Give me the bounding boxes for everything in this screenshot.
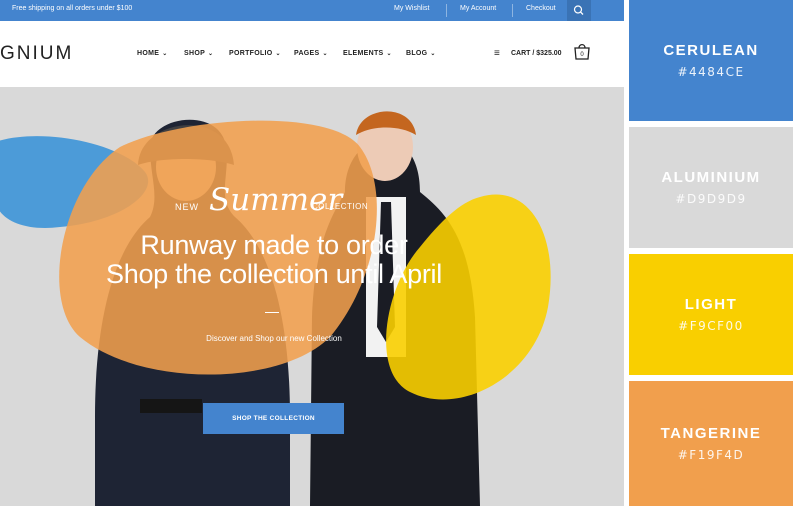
nav-item-portfolio[interactable]: PORTFOLIO ⌄ bbox=[229, 50, 281, 57]
nav-label: PAGES bbox=[294, 50, 320, 57]
nav-label: HOME bbox=[137, 50, 160, 57]
swatch-tangerine: TANGERINE #F19F4D bbox=[629, 381, 793, 506]
swatch-hex: #F9CF00 bbox=[678, 319, 744, 333]
hero-headline-line-2: Shop the collection until April bbox=[106, 259, 442, 289]
swatch-cerulean: CERULEAN #4484CE bbox=[629, 0, 793, 121]
nav-item-home[interactable]: HOME ⌄ bbox=[137, 50, 168, 57]
swatch-name: LIGHT bbox=[684, 296, 738, 313]
top-bar: Free shipping on all orders under $100 M… bbox=[0, 0, 624, 21]
cart-total[interactable]: CART / $325.00 bbox=[511, 50, 562, 57]
swatch-name: CERULEAN bbox=[663, 42, 759, 59]
chevron-down-icon: ⌄ bbox=[162, 51, 168, 57]
nav-item-shop[interactable]: SHOP ⌄ bbox=[184, 50, 213, 57]
chevron-down-icon: ⌄ bbox=[386, 51, 392, 57]
swatch-aluminium: ALUMINIUM #D9D9D9 bbox=[629, 127, 793, 248]
swatch-name: TANGERINE bbox=[660, 425, 762, 442]
nav-item-elements[interactable]: ELEMENTS ⌄ bbox=[343, 50, 392, 57]
hero-kicker-new: NEW bbox=[175, 202, 199, 212]
chevron-down-icon: ⌄ bbox=[322, 51, 328, 57]
hero-artwork bbox=[0, 111, 551, 506]
screenshot-root: Free shipping on all orders under $100 M… bbox=[0, 0, 793, 506]
site-header: GNIUM HOME ⌄ SHOP ⌄ PORTFOLIO ⌄ PAGES ⌄ ELEM… bbox=[0, 21, 624, 87]
nav-label: BLOG bbox=[406, 50, 428, 57]
nav-label: SHOP bbox=[184, 50, 206, 57]
hero-kicker-script: Summer bbox=[209, 182, 343, 218]
nav-item-pages[interactable]: PAGES ⌄ bbox=[294, 50, 328, 57]
chevron-down-icon: ⌄ bbox=[430, 51, 436, 57]
swatch-light: LIGHT #F9CF00 bbox=[629, 254, 793, 375]
hero-divider bbox=[265, 312, 279, 313]
hero-kicker-collection: COLLECTION bbox=[312, 202, 369, 211]
nav-label: PORTFOLIO bbox=[229, 50, 273, 57]
hero-headline-line-1: Runway made to order bbox=[140, 230, 408, 260]
divider bbox=[512, 4, 513, 17]
account-link[interactable]: My Account bbox=[460, 5, 496, 12]
wishlist-link[interactable]: My Wishlist bbox=[394, 5, 429, 12]
swatch-name: ALUMINIUM bbox=[661, 169, 761, 186]
shopping-bag-icon[interactable]: 0 bbox=[572, 41, 592, 61]
svg-text:0: 0 bbox=[580, 52, 584, 58]
swatch-hex: #D9D9D9 bbox=[675, 192, 747, 206]
chevron-down-icon: ⌄ bbox=[275, 51, 281, 57]
shipping-promo: Free shipping on all orders under $100 bbox=[12, 5, 133, 12]
divider bbox=[446, 4, 447, 17]
hero-subtext: Discover and Shop our new Collection bbox=[206, 334, 342, 343]
search-button[interactable] bbox=[567, 0, 591, 21]
search-icon bbox=[573, 5, 584, 15]
hero-banner: NEW Summer COLLECTION Runway made to ord… bbox=[0, 87, 624, 506]
chevron-down-icon: ⌄ bbox=[208, 51, 214, 57]
swatch-hex: #4484CE bbox=[677, 65, 745, 79]
site-logo[interactable]: GNIUM bbox=[0, 43, 73, 65]
menu-icon[interactable]: ≡ bbox=[494, 48, 500, 59]
nav-label: ELEMENTS bbox=[343, 50, 384, 57]
nav-item-blog[interactable]: BLOG ⌄ bbox=[406, 50, 436, 57]
shop-collection-button[interactable]: SHOP THE COLLECTION bbox=[203, 403, 344, 434]
swatch-hex: #F19F4D bbox=[677, 448, 745, 462]
checkout-link[interactable]: Checkout bbox=[526, 5, 556, 12]
